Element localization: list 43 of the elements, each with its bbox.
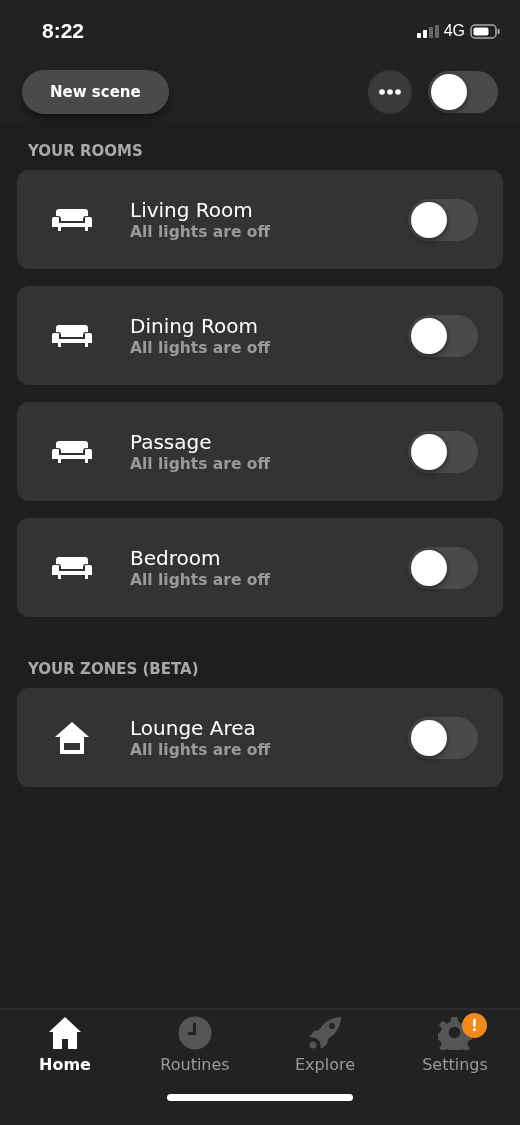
settings-icon	[438, 1016, 472, 1050]
status-time: 8:22	[42, 19, 85, 43]
tab-item[interactable]: Routines	[140, 1015, 250, 1074]
sofa-icon	[52, 438, 92, 465]
home-icon	[48, 1016, 82, 1050]
room-toggle[interactable]	[408, 198, 478, 241]
section-title: YOUR ROOMS	[27, 141, 144, 162]
room-status: All lights are off	[130, 223, 271, 241]
alert-badge: !	[462, 1013, 487, 1038]
room-toggle[interactable]	[408, 546, 478, 589]
room-toggle[interactable]	[408, 314, 478, 357]
room-status: All lights are off	[130, 455, 271, 473]
room-card[interactable]: Passage All lights are off	[17, 402, 503, 501]
sofa-icon	[52, 322, 92, 349]
room-name: Living Room	[130, 198, 253, 222]
more-button[interactable]	[368, 70, 412, 114]
master-toggle[interactable]	[428, 71, 498, 113]
more-icon	[379, 89, 401, 95]
room-status: All lights are off	[130, 741, 271, 759]
room-card[interactable]: Dining Room All lights are off	[17, 286, 503, 385]
section-title: YOUR ZONES (BETA)	[27, 659, 200, 680]
clock-icon	[178, 1016, 212, 1050]
room-name: Bedroom	[130, 546, 221, 570]
tab-item[interactable]: Home	[10, 1015, 120, 1074]
signal-icon	[416, 24, 439, 38]
network-label: 4G	[443, 22, 465, 40]
room-card[interactable]: Living Room All lights are off	[17, 170, 503, 269]
sofa-icon	[52, 554, 92, 581]
room-toggle[interactable]	[408, 430, 478, 473]
room-card[interactable]: Lounge Area All lights are off	[17, 688, 503, 787]
room-status: All lights are off	[130, 571, 271, 589]
room-toggle[interactable]	[408, 716, 478, 759]
sofa-icon	[52, 206, 92, 233]
room-card[interactable]: Bedroom All lights are off	[17, 518, 503, 617]
battery-icon	[470, 23, 500, 39]
room-name: Passage	[130, 430, 212, 454]
room-name: Dining Room	[130, 314, 258, 338]
tab-item[interactable]: ! Settings	[400, 1015, 510, 1074]
tab-item[interactable]: Explore	[270, 1015, 380, 1074]
new-scene-button[interactable]: New scene	[22, 70, 169, 114]
room-name: Lounge Area	[130, 716, 256, 740]
room-status: All lights are off	[130, 339, 271, 357]
rocket-icon	[308, 1016, 342, 1050]
